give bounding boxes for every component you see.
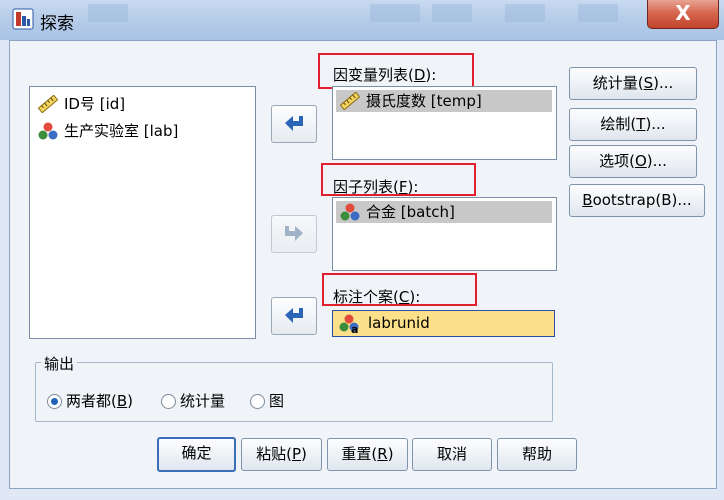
list-item[interactable]: 生产实验室 [lab] [34, 120, 249, 142]
arrow-left-icon [285, 308, 303, 323]
annotation-box [321, 163, 476, 196]
background-toolbar-ghost [432, 4, 472, 22]
source-variable-list[interactable]: ID号 [id] 生产实验室 [lab] [29, 86, 256, 339]
list-item[interactable]: ID号 [id] [34, 93, 249, 115]
radio-empty-icon [250, 394, 265, 409]
ok-button[interactable]: 确定 [157, 437, 236, 472]
dependent-list[interactable]: 摄氏度数 [temp] [332, 86, 557, 160]
cancel-button[interactable]: 取消 [412, 438, 492, 471]
nominal-icon [38, 122, 58, 140]
move-to-factor-button[interactable] [271, 215, 317, 253]
nominal-icon [340, 203, 360, 221]
factor-list[interactable]: 合金 [batch] [332, 197, 557, 271]
nominal-string-icon: a [339, 314, 359, 334]
variable-label: 生产实验室 [lab] [64, 122, 179, 140]
bootstrap-button[interactable]: Bootstrap(B)... [569, 184, 705, 217]
label-cases-value: labrunid [368, 314, 430, 332]
background-toolbar-ghost [578, 4, 618, 22]
list-item[interactable]: 合金 [batch] [336, 201, 552, 223]
annotation-box [322, 273, 477, 306]
window-title: 探索 [40, 14, 74, 34]
list-item[interactable]: 摄氏度数 [temp] [336, 90, 552, 112]
statistics-button[interactable]: 统计量(S)... [569, 67, 697, 100]
label-cases-field[interactable]: a labrunid [332, 310, 555, 337]
output-group-legend: 输出 [41, 353, 78, 374]
move-to-label-cases-button[interactable] [271, 297, 317, 335]
annotation-box [318, 53, 474, 89]
app-icon [12, 8, 34, 30]
close-icon: X [675, 1, 691, 25]
ruler-icon [38, 95, 58, 113]
background-toolbar-ghost [88, 4, 128, 22]
variable-label: 摄氏度数 [temp] [366, 92, 482, 110]
reset-button[interactable]: 重置(R) [327, 438, 408, 471]
title-bar[interactable]: 探索 X [0, 0, 724, 40]
svg-text:a: a [351, 323, 358, 334]
options-button[interactable]: 选项(O)... [569, 145, 697, 178]
plots-button[interactable]: 绘制(T)... [569, 108, 697, 141]
ruler-icon [340, 92, 360, 110]
variable-label: ID号 [id] [64, 95, 126, 113]
background-toolbar-ghost [370, 4, 420, 22]
help-button[interactable]: 帮助 [497, 438, 577, 471]
paste-button[interactable]: 粘贴(P) [241, 438, 322, 471]
variable-label: 合金 [batch] [366, 203, 455, 221]
radio-empty-icon [161, 394, 176, 409]
arrow-right-icon [285, 226, 303, 241]
move-to-dependent-button[interactable] [271, 105, 317, 143]
background-toolbar-ghost [505, 4, 545, 22]
arrow-left-icon [285, 116, 303, 131]
radio-selected-icon [47, 394, 62, 409]
close-button[interactable]: X [647, 0, 719, 29]
